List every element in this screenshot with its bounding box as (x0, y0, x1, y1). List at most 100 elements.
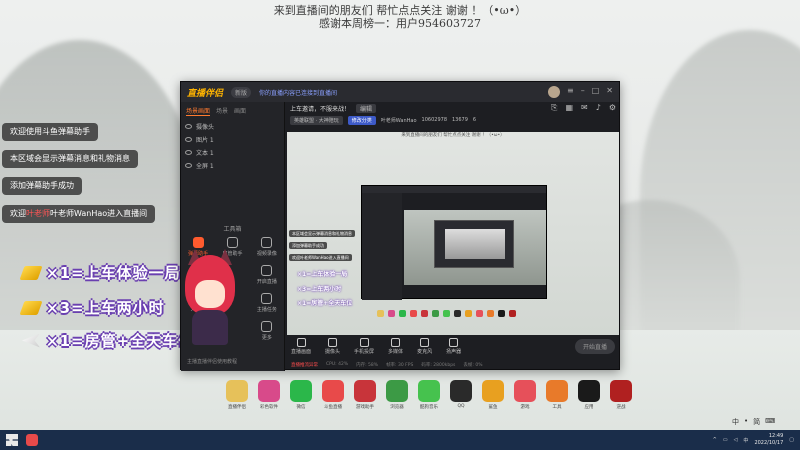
tool-tasks[interactable]: 主播任务 (250, 293, 284, 313)
eye-icon[interactable] (185, 137, 192, 142)
mail-icon[interactable]: ✉ (581, 103, 588, 113)
maximize-icon[interactable]: □ (592, 86, 600, 98)
plane-icon (22, 333, 40, 348)
tool-more[interactable]: 更多 (250, 321, 284, 341)
desktop-icons: 直播伴侣 彩色软件 微信 斗鱼直播 游戏助手 浏览器 酷狗音乐 QQ 鲨鱼 游戏… (225, 380, 633, 410)
ime-tray[interactable]: 中 • 简 ⌨ (732, 417, 775, 427)
eye-icon[interactable] (185, 150, 192, 155)
desktop-icon[interactable]: 斗鱼直播 (321, 380, 345, 410)
speaker-button[interactable]: 扬声器 (446, 337, 461, 355)
chat-icon (192, 237, 204, 248)
scene-item[interactable]: 图片 1 (181, 133, 284, 146)
chevron-up-icon[interactable]: ^ (713, 437, 717, 443)
settings-icon[interactable]: ⚙ (609, 103, 616, 113)
notification-icon[interactable]: ▢ (789, 437, 794, 443)
clock[interactable]: 12:49 2022/10/17 (754, 433, 783, 447)
version-badge[interactable]: 新版 (231, 86, 252, 98)
source-toolbar: 直播画面 摄像头 手机投屏 多媒体 麦克风 扬声器 开始直播 (285, 335, 621, 357)
ime-punct[interactable]: • (744, 417, 748, 427)
desktop-icon[interactable]: 游戏助手 (353, 380, 377, 410)
mascot-character (180, 249, 240, 345)
notification-icon[interactable]: ♪ (596, 103, 601, 113)
desktop-icon[interactable]: 逆战 (609, 380, 633, 410)
chat-text: 叶老师WanHao进入直播间 (50, 209, 148, 218)
ime-width[interactable]: 简 (753, 417, 760, 427)
scene-item[interactable]: 摄像头 (181, 120, 284, 133)
scene-item[interactable]: 全屏 1 (181, 159, 284, 172)
avatar[interactable] (548, 86, 561, 98)
window-titlebar[interactable]: 直播伴侣 新版 你的直播内容已连接到直播间 ≡ – □ ✕ (181, 82, 619, 102)
tool-admin-assistant[interactable]: 房管助手 (215, 237, 249, 257)
desktop-icon[interactable]: 直播伴侣 (225, 380, 249, 410)
tab-scene-sources[interactable]: 场景画面 (186, 106, 211, 116)
app-icon (578, 380, 600, 402)
live-companion-window[interactable]: 直播伴侣 新版 你的直播内容已连接到直播间 ≡ – □ ✕ 场景画面 场景 画面… (180, 81, 621, 371)
desktop-icon[interactable]: 彩色软件 (257, 380, 281, 410)
menu-icon[interactable]: ≡ (567, 86, 574, 98)
volume-icon[interactable]: ◁ (734, 437, 738, 443)
gift-rule-text: ×1=房管+全天车位 (46, 332, 195, 350)
preview-chat-bubble: 欢迎叶老师WanHao进入直播间 (289, 254, 352, 261)
category-pill[interactable]: 英雄联盟 · 大神陪玩 (290, 115, 343, 125)
stream-preview[interactable]: 来到直播间的朋友们 帮忙点点关注 谢谢 ！（•ω•） 本区域会显示弹幕消息和礼物… (287, 132, 619, 335)
main-panel: 上车邀请，不服来战！ 编辑 ⎘ ▦ ✉ ♪ ⚙ 英雄联盟 · 大神陪玩 修改分类… (285, 102, 621, 371)
status-error: 直播推流异常 (291, 362, 318, 368)
tool-danmaku-assistant[interactable]: 弹幕助手 (181, 237, 215, 257)
media-button[interactable]: 多媒体 (388, 337, 403, 355)
chat-bubble-welcome: 欢迎叶老师叶老师WanHao进入直播间 (2, 205, 156, 223)
user-icon (226, 237, 238, 248)
desktop-icon[interactable]: 应用 (577, 380, 601, 410)
edit-title-button[interactable]: 编辑 (356, 103, 377, 113)
network-icon[interactable]: ▭ (723, 437, 728, 443)
phone-cast-button[interactable]: 手机投屏 (354, 337, 374, 355)
microphone-icon (420, 337, 430, 347)
eye-icon[interactable] (185, 163, 192, 168)
status-fps: 帧率: 30 FPS (386, 362, 414, 368)
task-app-icon[interactable] (26, 434, 38, 446)
share-icon[interactable]: ⎘ (551, 103, 557, 113)
ime-mode[interactable]: 中 (732, 417, 739, 427)
desktop-icon[interactable]: 游戏 (513, 380, 537, 410)
desktop-icon[interactable]: 浏览器 (385, 380, 409, 410)
status-dropped: 丢帧: 0% (463, 362, 483, 368)
more-icon (261, 321, 273, 332)
tool-video-record[interactable]: 视频录像 (250, 237, 284, 257)
app-logo: 直播伴侣 (187, 88, 224, 99)
grid-icon[interactable]: ▦ (565, 103, 573, 113)
browser-icon (386, 380, 408, 402)
microphone-button[interactable]: 麦克风 (417, 337, 432, 355)
desktop-icon[interactable]: QQ (449, 380, 473, 410)
tool-go-live[interactable]: 开启直播 (250, 265, 284, 285)
camera-icon (328, 337, 338, 347)
keyboard-icon[interactable]: ⌨ (765, 417, 775, 427)
tab-scene[interactable]: 场景 (216, 106, 228, 116)
music-icon (418, 380, 440, 402)
windows-start-icon[interactable] (6, 434, 18, 446)
desktop-icon[interactable]: 微信 (289, 380, 313, 410)
scene-label: 文本 1 (196, 150, 214, 157)
gift-rule-text: ×1=上车体验一局 (46, 264, 181, 282)
scene-item[interactable]: 文本 1 (181, 146, 284, 159)
close-icon[interactable]: ✕ (606, 86, 613, 98)
desktop-icon[interactable]: 鲨鱼 (481, 380, 505, 410)
tutorial-link[interactable]: 主播直播伴侣使用教程 (187, 358, 237, 365)
screen-capture-button[interactable]: 直播画面 (291, 337, 311, 355)
tab-screen[interactable]: 画面 (234, 106, 246, 116)
camera-button[interactable]: 摄像头 (325, 337, 340, 355)
eye-icon[interactable] (185, 124, 192, 129)
preview-chat-bubble: 添加弹幕助手成功 (289, 242, 327, 249)
chat-bubble: 欢迎使用斗鱼弹幕助手 (2, 123, 98, 141)
minimize-icon[interactable]: – (581, 86, 585, 98)
gift-rule: ×1=房管+全天车位 (22, 330, 194, 351)
classify-button[interactable]: 修改分类 (347, 115, 376, 125)
scene-label: 摄像头 (196, 124, 215, 131)
desktop-icon[interactable]: 工具 (545, 380, 569, 410)
app-icon (322, 380, 344, 402)
gift-rule: ×3=上车两小时 (19, 297, 165, 318)
start-stream-button[interactable]: 开始直播 (574, 338, 615, 354)
room-id: 10602978 (421, 117, 447, 123)
desktop-icon[interactable]: 酷狗音乐 (417, 380, 441, 410)
status-cpu: CPU: 42% (326, 362, 349, 367)
title-link[interactable]: 你的直播内容已连接到直播间 (259, 88, 337, 97)
ime-taskbar-icon[interactable]: 中 (743, 437, 748, 444)
